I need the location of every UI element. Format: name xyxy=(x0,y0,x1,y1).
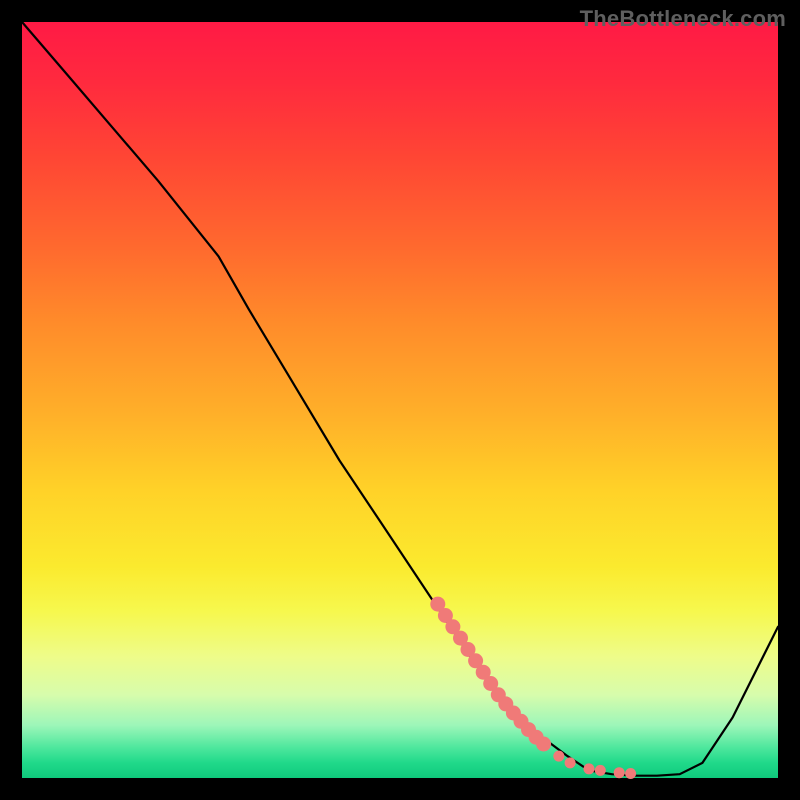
highlight-dot xyxy=(595,765,606,776)
highlight-dot xyxy=(625,768,636,779)
plot-area xyxy=(22,22,778,778)
chart-frame: TheBottleneck.com xyxy=(0,0,800,800)
highlight-dot xyxy=(553,751,564,762)
highlight-dot xyxy=(565,757,576,768)
highlight-dot xyxy=(584,763,595,774)
chart-svg xyxy=(22,22,778,778)
highlight-dot xyxy=(614,767,625,778)
bottleneck-curve xyxy=(22,22,778,776)
highlight-dots xyxy=(430,597,636,779)
highlight-dot xyxy=(536,737,551,752)
watermark-text: TheBottleneck.com xyxy=(580,6,786,32)
